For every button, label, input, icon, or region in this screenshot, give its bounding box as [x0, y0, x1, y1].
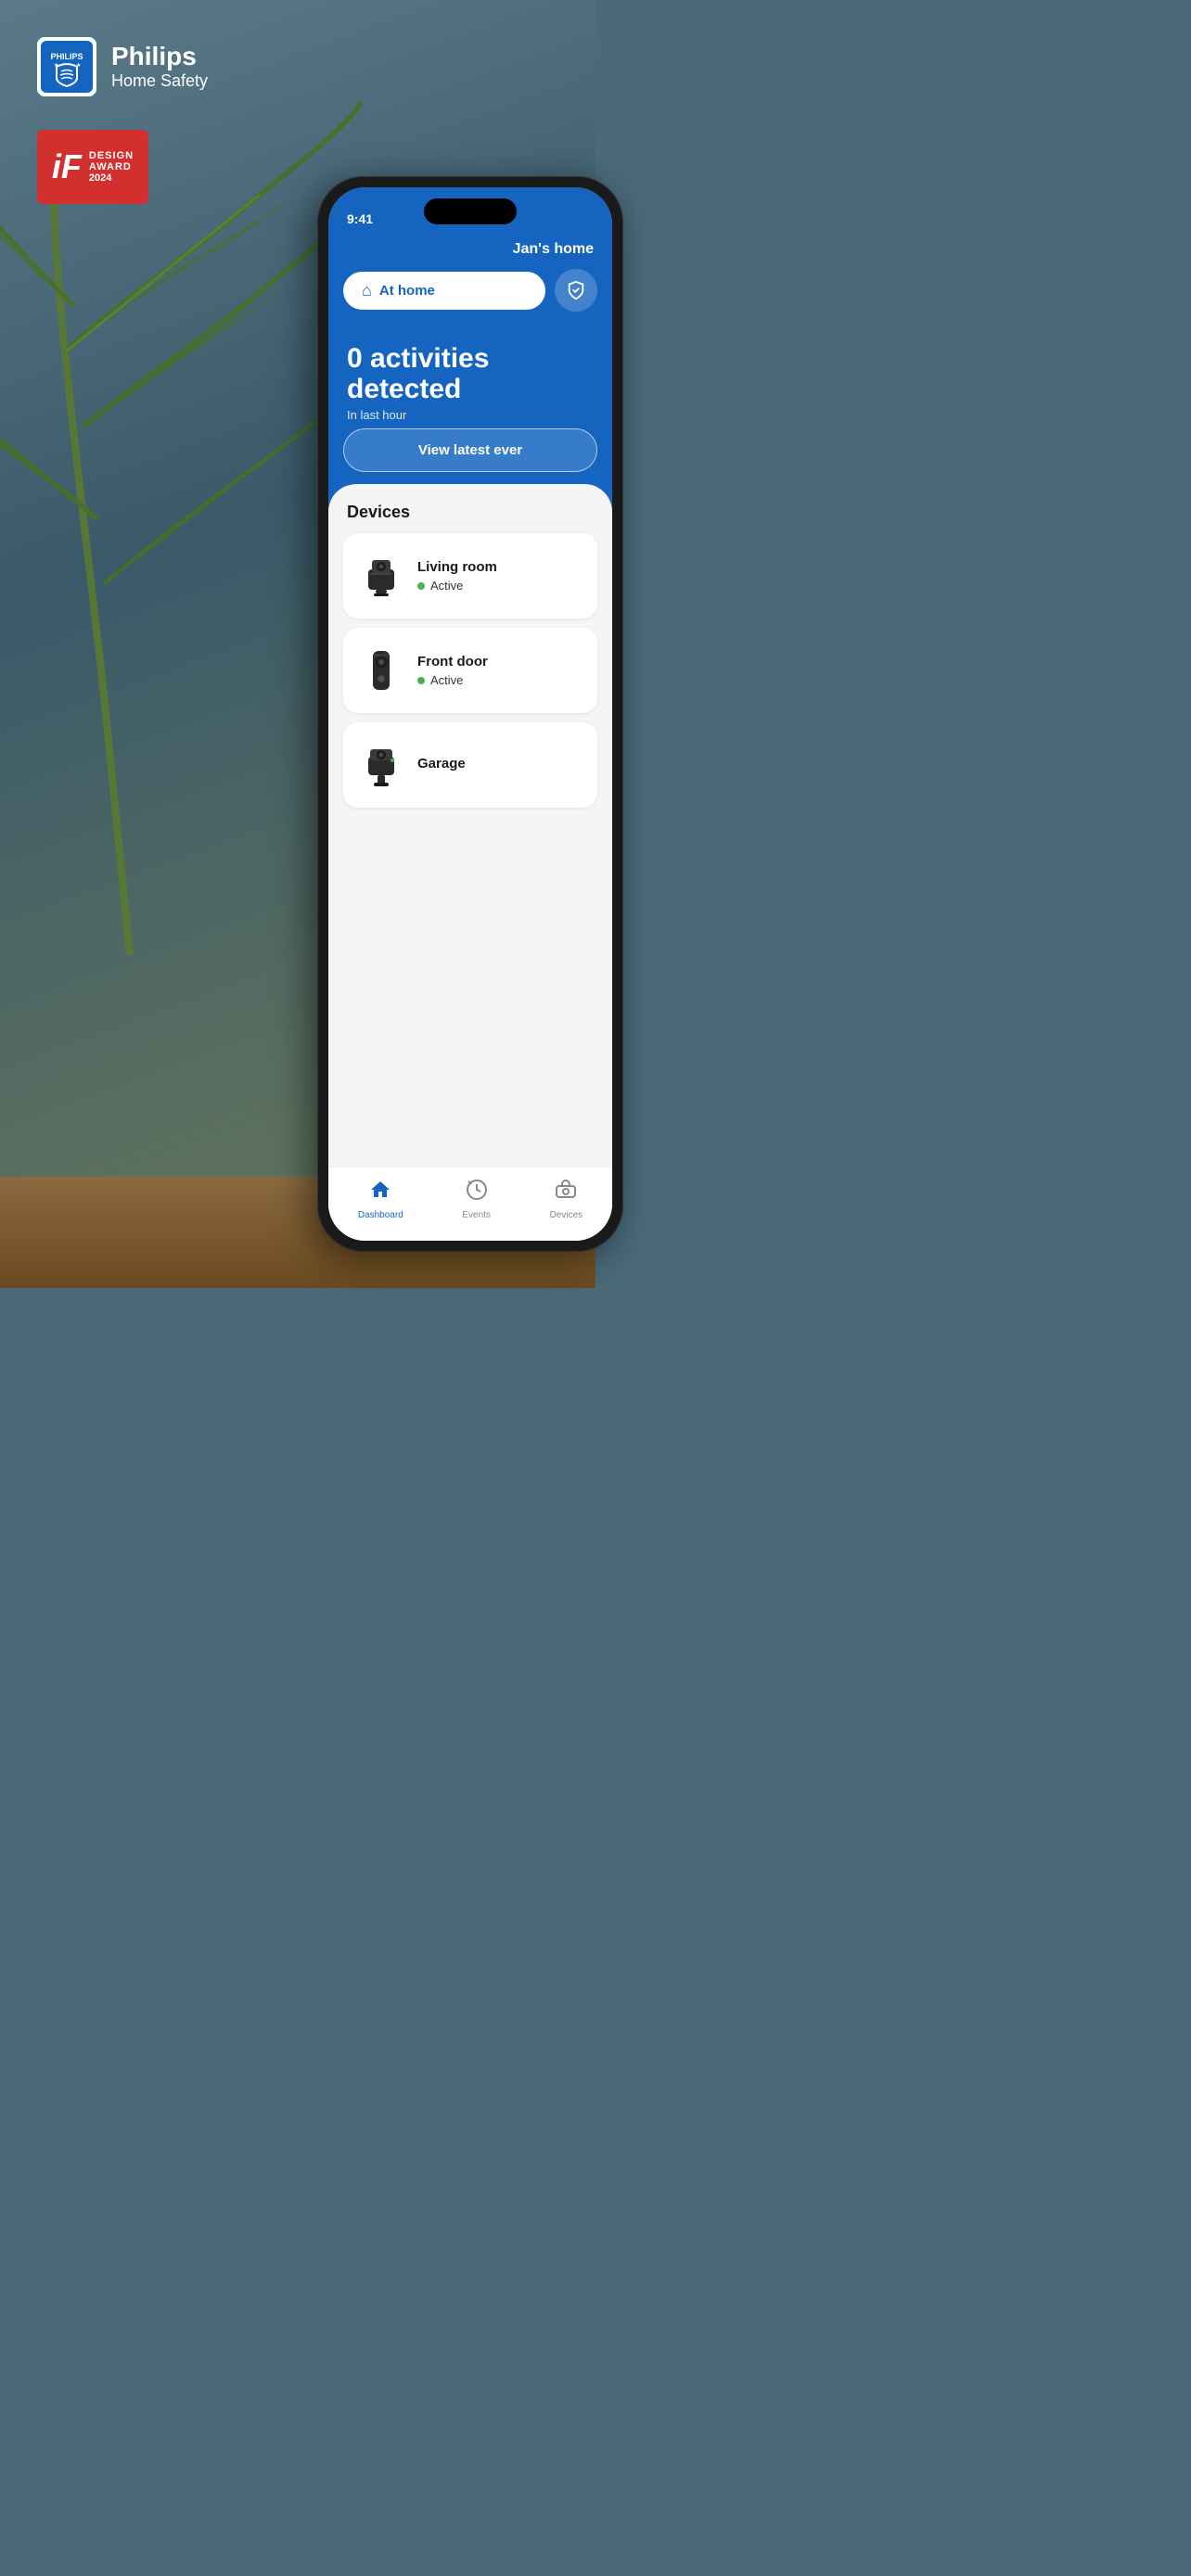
activities-count: 0 activities detected [347, 343, 594, 404]
brand-name: Philips [111, 43, 208, 71]
svg-text:★: ★ [54, 62, 58, 69]
device-card-front-door[interactable]: Front door Active [343, 628, 597, 713]
view-latest-button[interactable]: View latest ever [343, 428, 597, 472]
living-room-info: Living room Active [417, 559, 583, 593]
svg-text:PHILIPS: PHILIPS [50, 52, 83, 61]
devices-nav-icon [555, 1179, 577, 1206]
status-time: 9:41 [347, 211, 373, 226]
home-title: Jan's home [513, 241, 594, 258]
if-award-text: DESIGN AWARD 2024 [89, 150, 134, 184]
if-award-design: DESIGN [89, 150, 134, 161]
phone-screen: 9:41 Jan's home ⌂ At home [328, 187, 612, 1241]
front-door-status: Active [417, 673, 583, 687]
living-room-name: Living room [417, 559, 583, 575]
garage-camera-image [358, 737, 404, 793]
living-room-status-dot [417, 582, 425, 590]
device-card-garage[interactable]: Garage [343, 722, 597, 808]
phone-mockup: 9:41 Jan's home ⌂ At home [317, 176, 623, 1252]
events-label: Events [462, 1210, 491, 1220]
if-award-letter: iF [52, 150, 82, 184]
mode-selector: ⌂ At home [343, 269, 597, 312]
dynamic-island [424, 198, 517, 224]
shield-button[interactable] [555, 269, 597, 312]
dashboard-label: Dashboard [358, 1210, 403, 1220]
branding-area: PHILIPS ★ ★ Philips Home Safety [37, 37, 208, 96]
brand-text: Philips Home Safety [111, 43, 208, 91]
if-award-award: AWARD [89, 161, 134, 172]
living-room-camera-image [358, 548, 404, 604]
devices-nav-label: Devices [550, 1210, 583, 1220]
front-door-status-dot [417, 677, 425, 684]
living-room-status-text: Active [430, 579, 463, 593]
devices-section-header: Devices [328, 484, 612, 533]
nav-events[interactable]: Events [462, 1179, 491, 1220]
phone-frame: 9:41 Jan's home ⌂ At home [317, 176, 623, 1252]
activities-section: 0 activities detected In last hour [347, 343, 594, 422]
if-award-badge: iF DESIGN AWARD 2024 [37, 130, 148, 204]
content-area: Devices [328, 484, 612, 1241]
if-award-year: 2024 [89, 172, 134, 184]
nav-dashboard[interactable]: Dashboard [358, 1179, 403, 1220]
front-door-info: Front door Active [417, 654, 583, 687]
garage-name: Garage [417, 756, 583, 772]
front-door-camera-image [358, 643, 404, 698]
garage-info: Garage [417, 756, 583, 775]
view-latest-label: View latest ever [418, 442, 522, 458]
events-icon [466, 1179, 488, 1206]
front-door-name: Front door [417, 654, 583, 670]
mode-pill-label: At home [379, 283, 435, 299]
living-room-status: Active [417, 579, 583, 593]
brand-subtitle: Home Safety [111, 71, 208, 91]
device-card-living-room[interactable]: Living room Active [343, 533, 597, 618]
activities-sub: In last hour [347, 408, 594, 422]
house-icon: ⌂ [362, 281, 372, 300]
front-door-status-text: Active [430, 673, 463, 687]
bottom-nav: Dashboard Events [328, 1167, 612, 1241]
nav-devices[interactable]: Devices [550, 1179, 583, 1220]
svg-text:★: ★ [76, 62, 81, 69]
dashboard-icon [369, 1179, 391, 1206]
mode-pill-at-home[interactable]: ⌂ At home [343, 272, 545, 310]
philips-logo: PHILIPS ★ ★ [37, 37, 96, 96]
